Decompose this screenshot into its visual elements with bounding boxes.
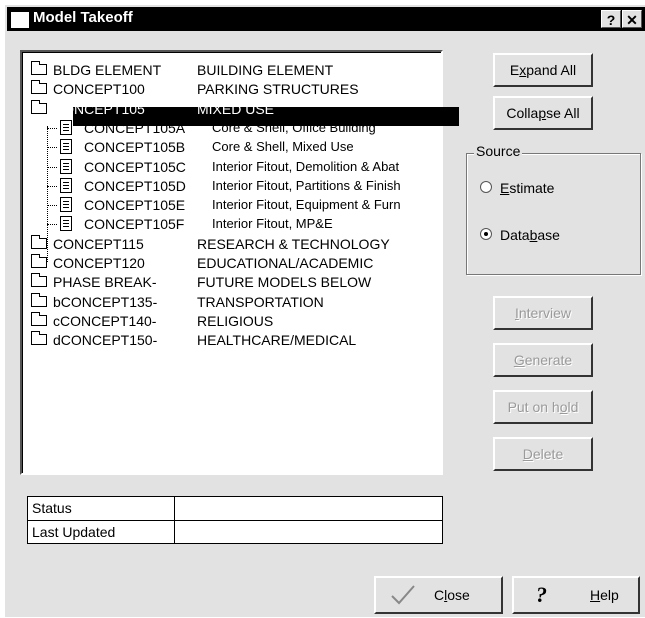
tree-item-description: BUILDING ELEMENT bbox=[197, 62, 334, 78]
estimate-radio-label: Estimate bbox=[500, 180, 555, 196]
tree-folder-item[interactable]: cCONCEPT140- RELIGIOUS bbox=[22, 311, 437, 331]
folder-icon bbox=[31, 254, 47, 268]
status-table: Status Last Updated bbox=[27, 496, 443, 544]
source-legend: Source bbox=[474, 143, 523, 159]
title-bar: Model Takeoff ? ✕ bbox=[7, 7, 645, 31]
tree-item-code: CONCEPT115 bbox=[53, 235, 144, 252]
tree-item-code: CONCEPT105F bbox=[84, 216, 185, 233]
tree-folder-item[interactable]: CONCEPT100 PARKING STRUCTURES bbox=[22, 79, 437, 99]
tree-item-description: Interior Fitout, MP&E bbox=[212, 216, 333, 232]
document-icon bbox=[60, 197, 72, 213]
help-title-button[interactable]: ? bbox=[601, 10, 621, 28]
tree-connector-branch bbox=[47, 205, 57, 207]
delete-button[interactable]: Delete bbox=[493, 437, 593, 471]
interview-button[interactable]: Interview bbox=[493, 296, 593, 330]
folder-icon bbox=[31, 61, 47, 75]
tree-child-item[interactable]: CONCEPT105A Core & Shell, Office Building bbox=[22, 118, 437, 138]
folder-icon bbox=[31, 311, 47, 326]
tree-item-code: PHASE BREAK- bbox=[53, 274, 157, 291]
tree-folder-item[interactable]: CONCEPT120 EDUCATIONAL/ACADEMIC bbox=[22, 253, 437, 273]
tree-item-description: HEALTHCARE/MEDICAL bbox=[197, 332, 357, 349]
expand-all-button[interactable]: Expand All bbox=[493, 53, 593, 87]
last-updated-label: Last Updated bbox=[32, 524, 116, 540]
status-column-divider bbox=[174, 497, 175, 543]
folder-icon bbox=[31, 80, 47, 95]
document-icon bbox=[60, 177, 72, 193]
folder-icon bbox=[31, 273, 47, 288]
tree-item-description: EDUCATIONAL/ACADEMIC bbox=[197, 255, 374, 271]
tree-connector-branch bbox=[47, 127, 57, 129]
help-button[interactable]: ? Help bbox=[512, 576, 640, 614]
tree-child-item[interactable]: CONCEPT105F Interior Fitout, MP&E bbox=[22, 214, 437, 234]
tree-item-code: bCONCEPT135- bbox=[53, 293, 158, 310]
document-icon bbox=[60, 139, 72, 155]
tree-item-code: CONCEPT105B bbox=[84, 139, 186, 156]
tree-child-item[interactable]: CONCEPT105B Core & Shell, Mixed Use bbox=[22, 137, 437, 157]
tree-child-item[interactable]: CONCEPT105C Interior Fitout, Demolition &… bbox=[22, 157, 437, 177]
last-updated-row: Last Updated bbox=[28, 521, 442, 544]
tree-item-code: dCONCEPT150- bbox=[53, 332, 158, 349]
tree-item-description: RESEARCH & TECHNOLOGY bbox=[197, 235, 390, 252]
tree-folder-item[interactable]: bCONCEPT135- TRANSPORTATION bbox=[22, 292, 437, 312]
tree-item-description: FUTURE MODELS BELOW bbox=[197, 274, 372, 291]
checkmark-icon bbox=[390, 584, 416, 618]
tree-connector-branch bbox=[47, 224, 57, 226]
document-icon bbox=[60, 119, 72, 135]
tree-child-item[interactable]: CONCEPT105E Interior Fitout, Equipment & … bbox=[22, 195, 437, 215]
tree-item-code: CONCEPT105A bbox=[84, 119, 186, 136]
folder-icon bbox=[31, 331, 47, 346]
tree-item-code: CONCEPT105E bbox=[84, 197, 186, 214]
tree-item-description: PARKING STRUCTURES bbox=[197, 81, 359, 98]
tree-folder-item[interactable]: dCONCEPT150- HEALTHCARE/MEDICAL bbox=[22, 330, 437, 350]
estimate-radio-dot[interactable] bbox=[480, 181, 492, 193]
collapse-all-button[interactable]: Collapse All bbox=[493, 96, 593, 130]
tree-item-code: cCONCEPT140- bbox=[53, 312, 157, 329]
tree-item-code: CONCEPT120 bbox=[53, 255, 145, 271]
generate-button[interactable]: Generate bbox=[493, 343, 593, 377]
close-title-button[interactable]: ✕ bbox=[622, 10, 642, 28]
database-radio-dot[interactable] bbox=[480, 228, 492, 240]
folder-icon bbox=[31, 234, 47, 249]
document-icon bbox=[60, 216, 72, 232]
tree-item-code: CONCEPT105C bbox=[84, 158, 186, 175]
status-row: Status bbox=[28, 497, 442, 520]
window-title: Model Takeoff bbox=[33, 9, 133, 26]
folder-open-icon bbox=[31, 99, 47, 114]
document-icon bbox=[60, 158, 72, 174]
tree-child-item[interactable]: CONCEPT105D Interior Fitout, Partitions &… bbox=[22, 176, 437, 196]
tree-folder-item[interactable]: BLDG ELEMENT BUILDING ELEMENT bbox=[22, 60, 437, 80]
tree-folder-item[interactable]: CONCEPT105 MIXED USE bbox=[22, 99, 437, 119]
tree-item-description: Interior Fitout, Demolition & Abat bbox=[212, 158, 400, 174]
tree-item-description: Core & Shell, Mixed Use bbox=[212, 139, 354, 155]
status-label: Status bbox=[32, 500, 72, 516]
tree-item-description: RELIGIOUS bbox=[197, 312, 274, 329]
tree-item-description: TRANSPORTATION bbox=[197, 293, 324, 310]
model-tree-view[interactable]: BLDG ELEMENT BUILDING ELEMENT CONCEPT100 PA… bbox=[20, 50, 459, 475]
tree-item-code: BLDG ELEMENT bbox=[53, 62, 162, 78]
source-group bbox=[466, 153, 641, 275]
folder-icon bbox=[31, 292, 47, 307]
close-button[interactable]: Close bbox=[374, 576, 503, 614]
window-icon bbox=[11, 12, 29, 28]
tree-item-description: Core & Shell, Office Building bbox=[212, 119, 376, 135]
tree-item-code: CONCEPT105D bbox=[84, 177, 186, 194]
tree-item-description: Interior Fitout, Equipment & Furn bbox=[212, 197, 401, 213]
tree-folder-item[interactable]: PHASE BREAK- FUTURE MODELS BELOW bbox=[22, 272, 437, 292]
question-mark-icon: ? bbox=[536, 582, 547, 607]
tree-connector-branch bbox=[47, 166, 57, 168]
put-on-hold-button[interactable]: Put on hold bbox=[493, 390, 593, 424]
database-radio-label: Database bbox=[500, 227, 560, 243]
tree-folder-item[interactable]: CONCEPT115 RESEARCH & TECHNOLOGY bbox=[22, 234, 437, 254]
tree-connector-branch bbox=[47, 185, 57, 187]
tree-item-description: Interior Fitout, Partitions & Finish bbox=[212, 177, 401, 193]
tree-item-code: CONCEPT105 bbox=[53, 100, 145, 117]
tree-item-code: CONCEPT100 bbox=[53, 81, 145, 98]
tree-item-description: MIXED USE bbox=[197, 100, 275, 117]
tree-connector-branch bbox=[47, 147, 57, 149]
